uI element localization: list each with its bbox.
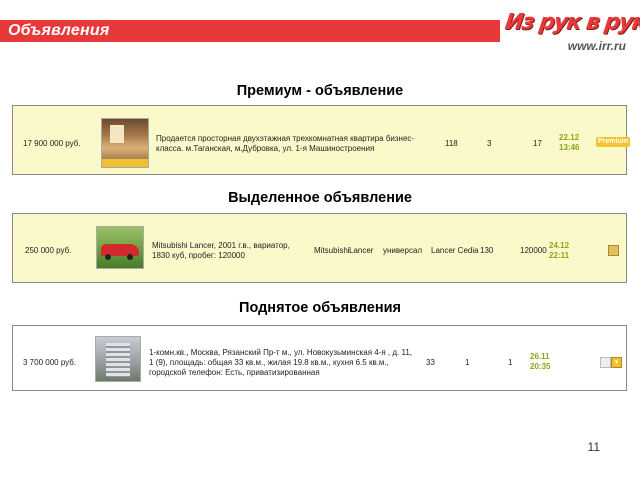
logo-text: Из рук в руки (503, 10, 640, 35)
rooms-value: 3 (487, 139, 492, 148)
power-value: 130 (480, 246, 494, 255)
body-value: универсал (383, 246, 423, 255)
car-photo[interactable] (96, 226, 144, 269)
area-value: 118 (445, 139, 458, 148)
listing-description[interactable]: 1-комн.кв., Москва, Рязанский Пр-т м., у… (149, 348, 414, 378)
variant-value: Lancer Cedia (431, 246, 479, 255)
logo-url: www.irr.ru (567, 39, 626, 53)
building-photo[interactable] (95, 336, 141, 382)
building-shape (106, 343, 130, 377)
listing-description[interactable]: Продается просторная двухэтажная трехком… (156, 134, 416, 154)
bookmark-icon[interactable] (608, 245, 619, 256)
listing-time: 13:46 (559, 143, 580, 152)
wheel-shape (105, 254, 111, 260)
listing-date: 26.11 (530, 352, 550, 361)
area-value: 33 (426, 358, 435, 367)
premium-listing-card[interactable]: 17 900 000 руб. Продается просторная дву… (12, 105, 630, 175)
make-value: Mitsubishi (314, 246, 350, 255)
listing-price: 17 900 000 руб. (23, 139, 81, 148)
floor-value: 17 (533, 139, 542, 148)
premium-badge: Premium (596, 137, 630, 147)
page-title: Объявления (8, 22, 110, 39)
bookmark-icon[interactable] (600, 357, 611, 368)
raised-heading: Поднятое объявления (239, 300, 401, 316)
premium-heading: Премиум - объявление (236, 83, 404, 99)
raised-listing-card[interactable]: 3 700 000 руб. 1-комн.кв., Москва, Рязан… (12, 325, 627, 391)
photo-label (102, 159, 148, 167)
rooms-value: 1 (465, 358, 470, 367)
highlighted-heading: Выделенное объявление (228, 190, 412, 206)
wheel-shape (127, 254, 133, 260)
floor-value: 1 (508, 358, 513, 367)
raise-icon[interactable]: ▾ (611, 357, 622, 368)
model-value: Lancer (349, 246, 374, 255)
window-shape (110, 125, 124, 143)
listing-price: 3 700 000 руб. (23, 358, 77, 367)
listing-date: 24.12 (549, 241, 570, 250)
listing-price: 250 000 руб. (25, 246, 72, 255)
mileage-value: 120000 (520, 246, 547, 255)
listing-date: 22.12 (559, 133, 580, 142)
apartment-photo[interactable] (101, 118, 149, 168)
page-number: 11 (587, 440, 600, 454)
listing-time: 22:11 (549, 251, 570, 260)
listing-description[interactable]: Mitsubishi Lancer, 2001 г.в., вариатор, … (152, 241, 302, 261)
listing-time: 20:35 (530, 362, 551, 371)
irr-logo[interactable]: Из рук в руки www.irr.ru (503, 10, 640, 64)
highlighted-listing-card[interactable]: 250 000 руб. Mitsubishi Lancer, 2001 г.в… (12, 213, 627, 283)
